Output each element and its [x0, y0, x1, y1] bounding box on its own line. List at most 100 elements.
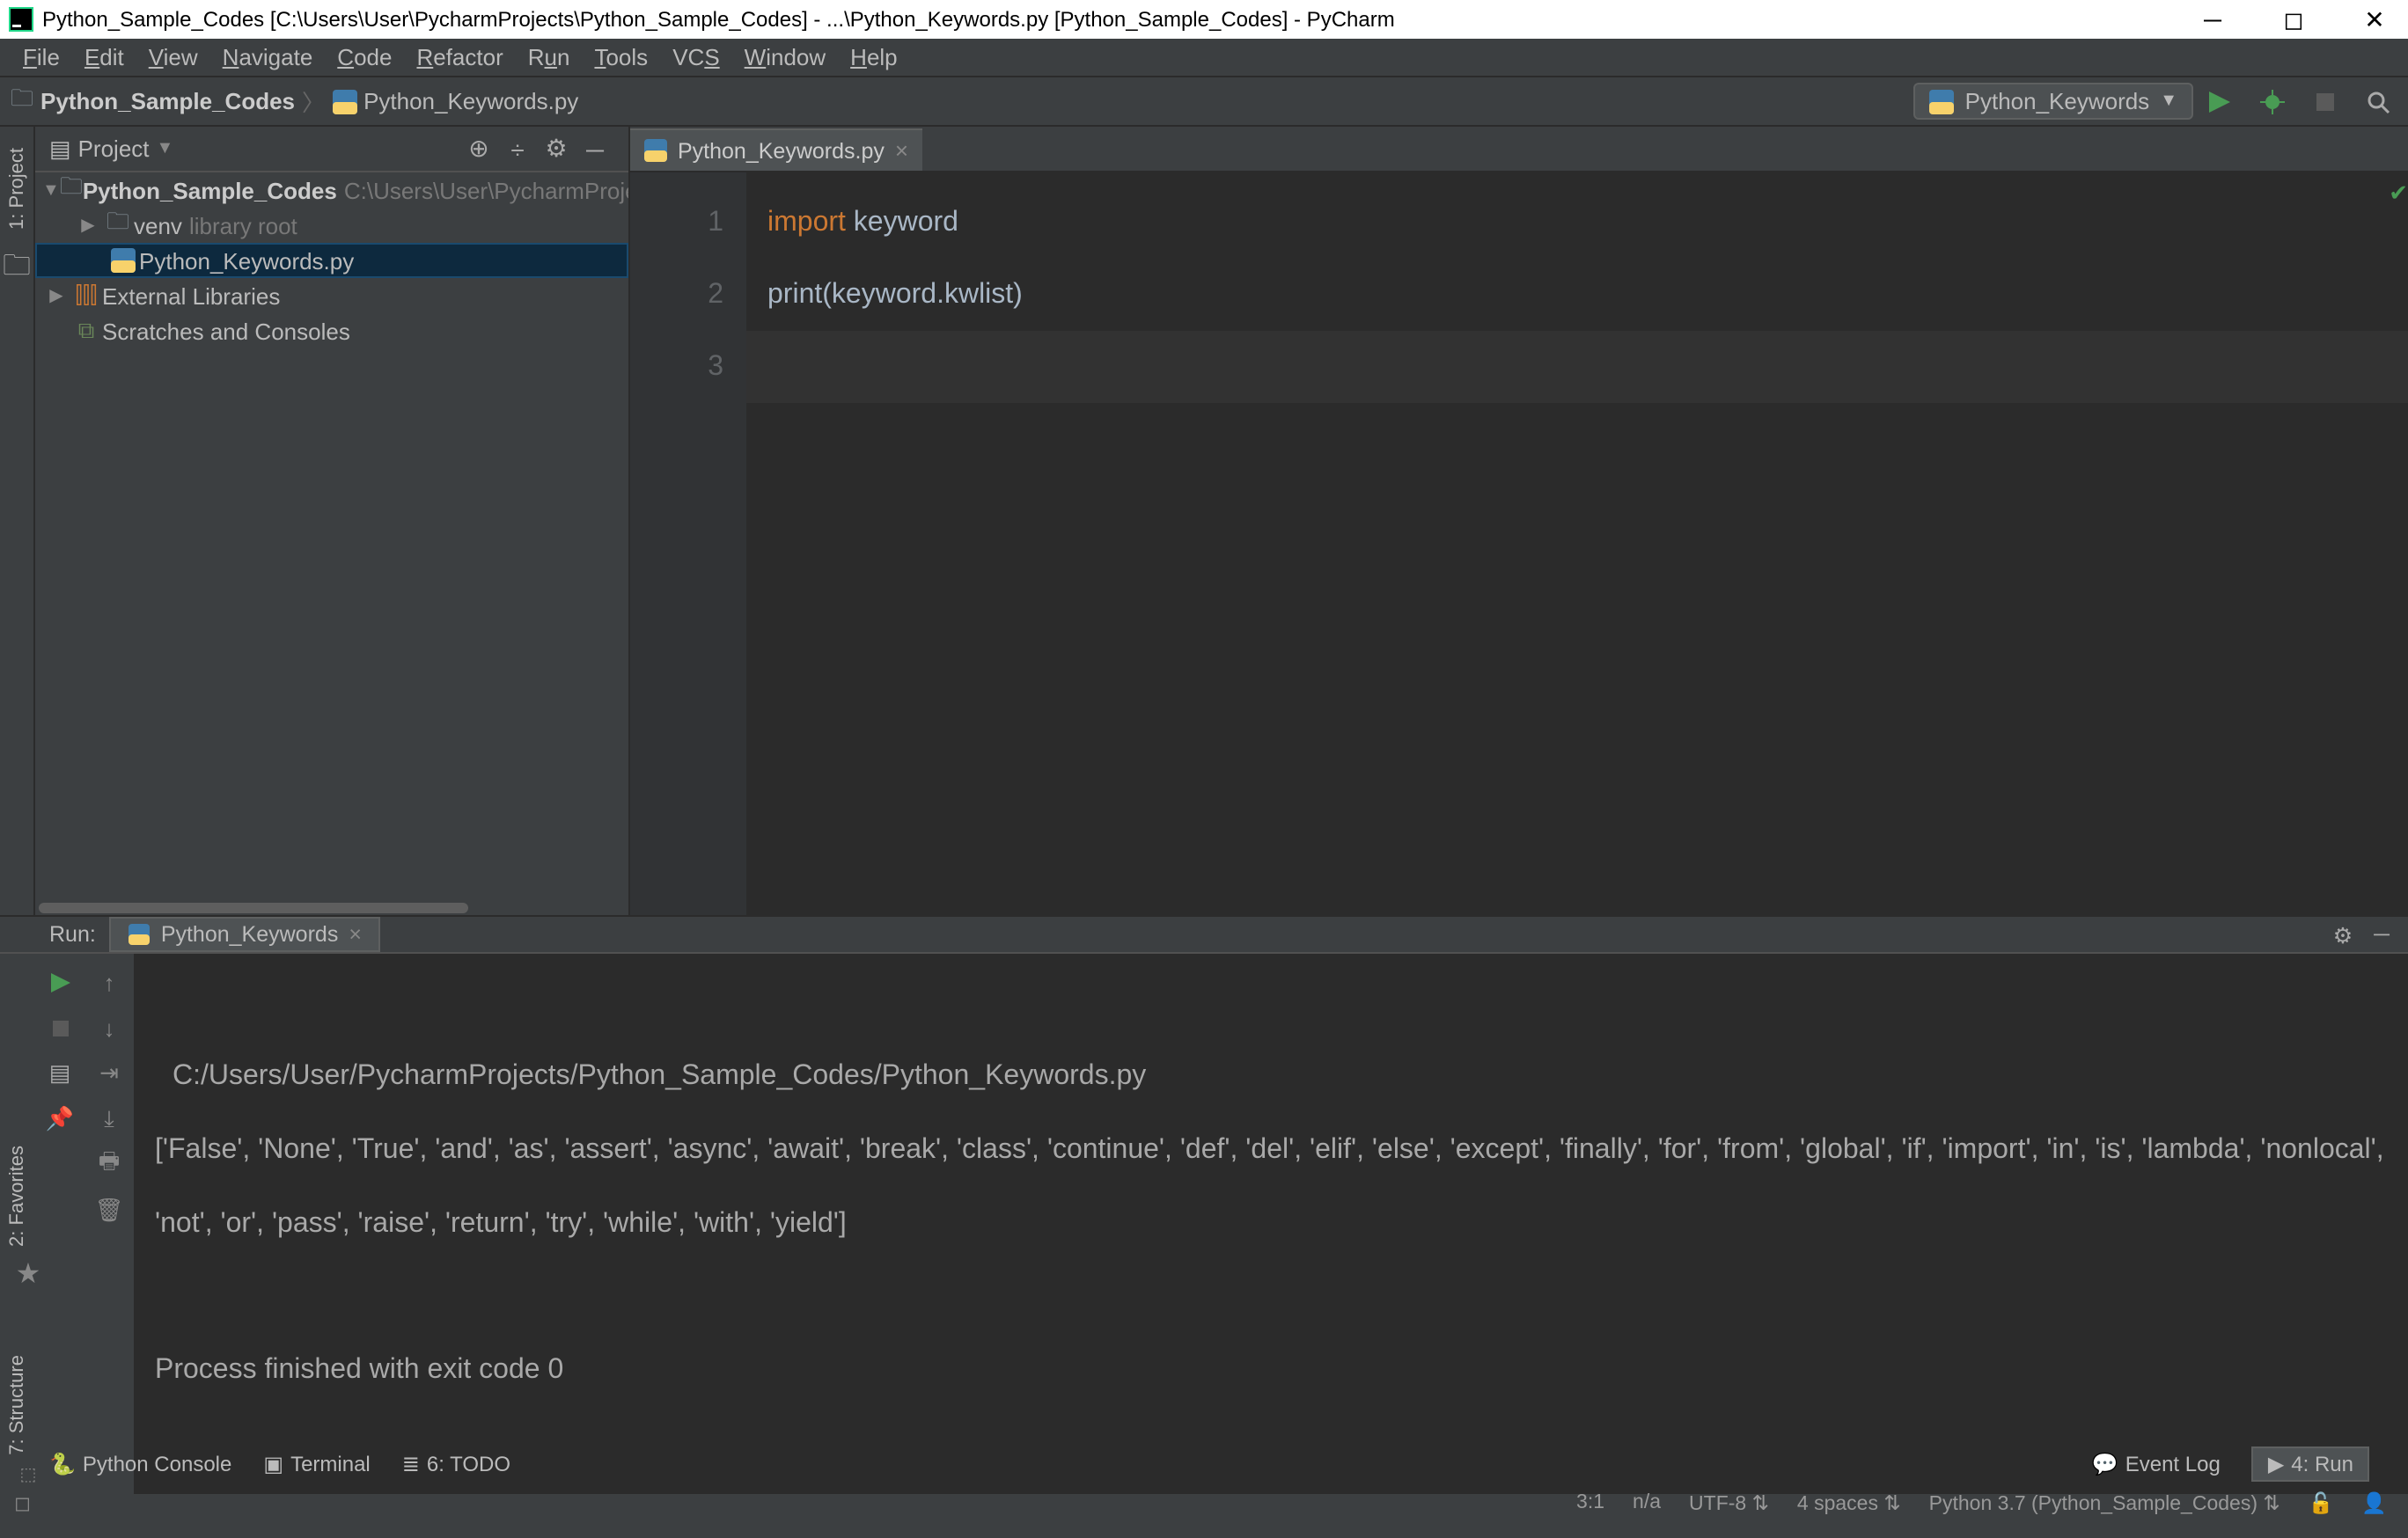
libraries-icon: ⫿⫿⫿	[70, 282, 102, 310]
run-controls-column-2: ↑ ↓ ⇥ ⤓ 🖶 🗑	[84, 954, 134, 1494]
menu-file[interactable]: File	[11, 44, 72, 70]
menu-code[interactable]: Code	[325, 44, 404, 70]
readonly-icon[interactable]: 🔓	[2309, 1490, 2334, 1514]
terminal-tab[interactable]: ▣ Terminal	[263, 1451, 370, 1476]
editor-area: Python_Keywords.py × 1 2 3 import keywor…	[630, 127, 2408, 915]
pin-icon[interactable]: 📌	[46, 1102, 74, 1137]
locate-icon[interactable]: ⊕	[459, 129, 498, 168]
window-title: Python_Sample_Codes [C:\Users\User\Pycha…	[42, 7, 2172, 32]
line-separator[interactable]: n/a	[1633, 1491, 1661, 1512]
run-config-selector[interactable]: Python_Keywords ▼	[1914, 83, 2193, 120]
close-button[interactable]: ✕	[2334, 0, 2408, 39]
indent[interactable]: 4 spaces ⇅	[1797, 1490, 1901, 1514]
tree-scratches[interactable]: ⧉ Scratches and Consoles	[35, 313, 628, 348]
scratches-icon: ⧉	[70, 317, 102, 345]
tree-file-python-keywords[interactable]: Python_Keywords.py	[35, 243, 628, 278]
menu-bar: File Edit View Navigate Code Refactor Ru…	[0, 39, 2408, 77]
editor-tab-python-keywords[interactable]: Python_Keywords.py ×	[630, 128, 922, 171]
sidetab-project[interactable]: 1: Project	[6, 141, 27, 237]
stop-icon[interactable]	[52, 1010, 68, 1045]
collapse-icon[interactable]: ÷	[498, 129, 537, 168]
scrollbar-thumb[interactable]	[39, 903, 468, 913]
breadcrumb-project[interactable]: Python_Sample_Codes	[40, 88, 295, 114]
run-output[interactable]: C:/Users/User/PycharmProjects/Python_Sam…	[134, 954, 2408, 1494]
list-icon: ≣	[402, 1451, 420, 1476]
maximize-button[interactable]: ◻	[2253, 0, 2334, 39]
search-button[interactable]	[2355, 80, 2401, 122]
code-text: keyword	[846, 208, 958, 238]
close-icon[interactable]: ×	[349, 922, 362, 947]
pycharm-app-icon	[7, 5, 35, 33]
chevron-down-icon[interactable]: ▼	[42, 180, 60, 200]
python-icon	[129, 924, 150, 945]
hide-panel-icon[interactable]: ─	[576, 129, 614, 168]
balloon-icon: 💬	[2092, 1451, 2118, 1476]
output-list: ['False', 'None', 'True', 'and', 'as', '…	[155, 1135, 2392, 1239]
rerun-icon[interactable]	[50, 964, 70, 1000]
tree-venv[interactable]: ▶ 🗀 venv library root	[35, 208, 628, 243]
tree-root-path: C:\Users\User\PycharmProjects\Python_Sam…	[344, 177, 628, 203]
tool-window-quick-access-icon[interactable]: ◻	[14, 1490, 31, 1514]
hide-panel-icon[interactable]: ─	[2362, 922, 2401, 947]
python-icon	[1930, 89, 1955, 114]
run-tab[interactable]: Python_Keywords ×	[110, 917, 381, 952]
menu-edit[interactable]: Edit	[72, 44, 136, 70]
code-editor[interactable]: 1 2 3 import keyword print(keyword.kwlis…	[630, 172, 2408, 915]
tree-external-label: External Libraries	[102, 282, 280, 309]
print-icon[interactable]: 🖶	[99, 1147, 121, 1183]
caret-position[interactable]: 3:1	[1576, 1491, 1604, 1512]
chevron-right-icon[interactable]: ▶	[74, 216, 102, 235]
project-panel-title[interactable]: Project	[78, 135, 150, 162]
menu-vcs[interactable]: VCS	[660, 44, 731, 70]
sidetab-favorites[interactable]: 2: Favorites	[4, 1134, 32, 1256]
soft-wrap-icon[interactable]: ⇥	[99, 1056, 119, 1091]
terminal-icon: ▣	[263, 1451, 283, 1476]
run-tab-bottom[interactable]: ▶ 4: Run	[2252, 1446, 2369, 1481]
output-path: C:/Users/User/PycharmProjects/Python_Sam…	[155, 1061, 1146, 1091]
run-config-name: Python_Keywords	[1965, 88, 2150, 114]
tree-external-libraries[interactable]: ▶ ⫿⫿⫿ External Libraries	[35, 278, 628, 313]
tree-root[interactable]: ▼ 🗀 Python_Sample_Codes C:\Users\User\Py…	[35, 172, 628, 208]
event-log-tab[interactable]: 💬 Event Log	[2092, 1451, 2221, 1476]
nav-bar: 🗀 Python_Sample_Codes 〉 Python_Keywords.…	[0, 77, 2408, 127]
code-text: (keyword.kwlist)	[822, 280, 1023, 310]
gear-icon[interactable]: ⚙	[2324, 921, 2362, 948]
chevron-down-icon[interactable]: ▼	[157, 139, 174, 158]
stop-button[interactable]	[2302, 80, 2348, 122]
run-left-strip: 2: Favorites ★ 7: Structure ⬚	[0, 954, 35, 1494]
breadcrumb-file[interactable]: Python_Keywords.py	[363, 88, 578, 114]
todo-tab[interactable]: ≣ 6: TODO	[402, 1451, 510, 1476]
line-number: 1	[630, 187, 723, 259]
down-arrow-icon[interactable]: ↓	[104, 1010, 115, 1045]
breadcrumb-separator: 〉	[302, 84, 325, 118]
minimize-button[interactable]: ─	[2172, 0, 2253, 39]
menu-window[interactable]: Window	[732, 44, 839, 70]
run-header: Run: Python_Keywords × ⚙ ─	[0, 917, 2408, 954]
menu-view[interactable]: View	[136, 44, 210, 70]
menu-run[interactable]: Run	[516, 44, 583, 70]
chevron-down-icon: ▼	[2160, 92, 2177, 111]
play-icon: ▶	[2268, 1451, 2284, 1476]
debug-button[interactable]	[2250, 80, 2295, 122]
layout-icon[interactable]: ▤	[49, 1056, 71, 1091]
project-tree-hscroll[interactable]	[35, 901, 628, 915]
chevron-right-icon[interactable]: ▶	[42, 286, 70, 305]
python-console-tab[interactable]: 🐍 Python Console	[49, 1451, 231, 1476]
trash-icon[interactable]: 🗑	[94, 1193, 123, 1228]
menu-navigate[interactable]: Navigate	[210, 44, 326, 70]
hector-icon[interactable]: 👤	[2361, 1490, 2387, 1514]
scroll-to-end-icon[interactable]: ⤓	[104, 1102, 114, 1137]
project-tree[interactable]: ▼ 🗀 Python_Sample_Codes C:\Users\User\Py…	[35, 172, 628, 901]
code-keyword: import	[767, 208, 846, 238]
encoding[interactable]: UTF-8 ⇅	[1689, 1490, 1769, 1514]
menu-refactor[interactable]: Refactor	[404, 44, 515, 70]
gear-icon[interactable]: ⚙	[537, 129, 576, 168]
interpreter[interactable]: Python 3.7 (Python_Sample_Codes) ⇅	[1929, 1490, 2280, 1514]
run-button[interactable]	[2197, 80, 2243, 122]
sidetab-structure[interactable]: 7: Structure	[4, 1344, 32, 1466]
up-arrow-icon[interactable]: ↑	[104, 964, 115, 1000]
menu-help[interactable]: Help	[838, 44, 910, 70]
menu-tools[interactable]: Tools	[582, 44, 660, 70]
code-body[interactable]: import keyword print(keyword.kwlist)	[746, 172, 2408, 915]
close-tab-icon[interactable]: ×	[895, 137, 908, 164]
